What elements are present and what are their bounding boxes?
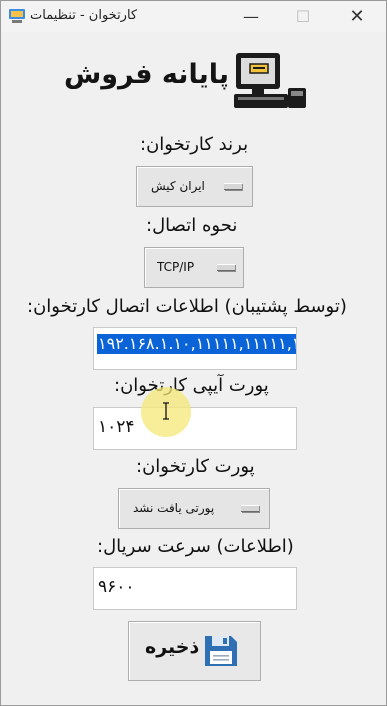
baud-rate-value: ۹۶۰۰: [98, 577, 135, 597]
pos-terminal-icon: [234, 53, 306, 108]
connection-type-label: نحوه اتصال:: [146, 215, 238, 236]
dropdown-arrow-icon: [241, 505, 259, 512]
card-port-value: پورتی یافت نشد: [133, 501, 215, 515]
dropdown-arrow-icon: [217, 264, 235, 271]
card-port-label: پورت کارتخوان:: [136, 456, 255, 477]
ip-port-input[interactable]: ۱۰۲۴: [93, 407, 297, 450]
window-title: کارتخوان - تنظیمات: [30, 8, 138, 23]
ip-port-value: ۱۰۲۴: [98, 417, 135, 437]
text-cursor-icon: [163, 402, 169, 420]
floppy-disk-icon: [205, 636, 237, 666]
header-title: پایانه فروش: [64, 59, 229, 90]
ip-port-label: پورت آیپی کارتخوان:: [114, 375, 269, 396]
brand-value: ایران کیش: [151, 179, 205, 193]
brand-label: برند کارتخوان:: [140, 134, 249, 155]
save-button-label: ذخیره: [145, 636, 200, 658]
dropdown-arrow-icon: [224, 183, 242, 190]
settings-window: کارتخوان - تنظیمات — ☐ ✕ پایانه فروش برن…: [0, 0, 387, 706]
maximize-button[interactable]: ☐: [281, 1, 325, 32]
close-button[interactable]: ✕: [335, 1, 379, 32]
connection-info-value: ۱۹۲.۱۶۸.۱.۱۰,۱۱۱۱۱,۱۱۱۱۱,۱۱۱: [97, 334, 296, 354]
connection-type-value: TCP/IP: [157, 260, 195, 274]
connection-info-label: (توسط پشتیبان) اطلاعات اتصال کارتخوان:: [27, 296, 347, 317]
connection-type-select[interactable]: TCP/IP: [144, 247, 244, 288]
brand-select[interactable]: ایران کیش: [136, 166, 253, 207]
baud-rate-input[interactable]: ۹۶۰۰: [93, 567, 297, 610]
connection-info-input[interactable]: ۱۹۲.۱۶۸.۱.۱۰,۱۱۱۱۱,۱۱۱۱۱,۱۱۱: [93, 327, 297, 370]
card-port-select[interactable]: پورتی یافت نشد: [118, 488, 270, 529]
title-bar[interactable]: کارتخوان - تنظیمات — ☐ ✕: [1, 1, 386, 32]
app-icon: [9, 9, 25, 23]
save-button[interactable]: ذخیره: [128, 621, 261, 681]
minimize-button[interactable]: —: [229, 1, 273, 32]
baud-rate-label: (اطلاعات) سرعت سریال:: [97, 536, 294, 557]
